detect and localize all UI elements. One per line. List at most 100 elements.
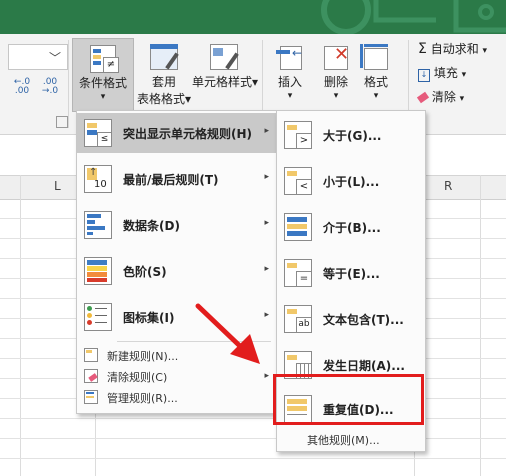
- red-arrow-icon: [195, 303, 260, 364]
- menu-item-top-bottom-rules[interactable]: ↑ 10 最前/最后规则(T) ▸: [77, 159, 277, 199]
- group-divider: [68, 40, 69, 128]
- format-label: 格式: [363, 75, 388, 89]
- submenu-item-label: 文本包含(T)...: [323, 313, 404, 327]
- submenu-item-text-contains[interactable]: ab 文本包含(T)...: [277, 299, 425, 339]
- delete-label: 删除: [323, 75, 348, 89]
- row-gridline: [0, 438, 506, 439]
- cell-styles-icon: [208, 42, 240, 74]
- delete-button[interactable]: ✕ 删除 ▾: [314, 38, 358, 101]
- between-icon: [284, 213, 312, 241]
- chevron-down-icon: ▾: [459, 94, 465, 104]
- submenu-arrow-icon: ▸: [264, 172, 269, 182]
- column-header-l[interactable]: L: [54, 179, 61, 193]
- autosum-label: 自动求和: [430, 42, 479, 56]
- menu-item-color-scales[interactable]: 色阶(S) ▸: [77, 251, 277, 291]
- color-scale-icon: [84, 257, 112, 285]
- submenu-arrow-icon: ▸: [264, 264, 269, 274]
- table-format-label-2-text: 表格格式: [136, 92, 185, 106]
- submenu-item-label: 小于(L)...: [323, 175, 380, 189]
- equal-to-icon: =: [284, 259, 312, 287]
- submenu-item-between[interactable]: 介于(B)...: [277, 207, 425, 247]
- new-rule-icon: [84, 348, 98, 362]
- greater-than-icon: >: [284, 121, 312, 149]
- less-than-icon: <: [284, 167, 312, 195]
- submenu-item-label: 大于(G)...: [323, 129, 382, 143]
- submenu-arrow-icon: ▸: [264, 371, 269, 381]
- column-divider: [20, 175, 21, 476]
- chevron-down-icon: ▾: [287, 91, 293, 101]
- menu-item-label: 管理规则(R)...: [107, 392, 178, 405]
- cell-styles-label-text: 单元格样式: [192, 75, 253, 89]
- increase-decimal-button[interactable]: ←.0.00: [10, 78, 34, 100]
- menu-item-highlight-cell-rules[interactable]: ≤ 突出显示单元格规则(H) ▸: [77, 113, 277, 153]
- number-format-dropdown[interactable]: ﹀: [8, 44, 68, 70]
- menu-item-label: 色阶(S): [123, 265, 167, 279]
- submenu-item-greater-than[interactable]: > 大于(G)...: [277, 115, 425, 155]
- cell-styles-button[interactable]: 单元格样式▾: [192, 38, 259, 91]
- chevron-down-icon: ▾: [333, 91, 339, 101]
- greater-than-sign: >: [296, 133, 312, 149]
- insert-label: 插入: [277, 75, 302, 89]
- menu-item-label: 最前/最后规则(T): [123, 173, 219, 187]
- delete-cells-icon: ✕: [320, 42, 352, 74]
- fill-label: 填充: [433, 66, 458, 80]
- highlight-annotation-box: [273, 374, 424, 425]
- chevron-down-icon: ▾: [482, 46, 488, 56]
- table-format-label-2: 表格格式▾: [136, 92, 192, 106]
- number-group-launcher-icon[interactable]: [56, 116, 68, 128]
- submenu-item-other-rules[interactable]: 其他规则(M)...: [277, 429, 425, 449]
- clear-rules-icon: [84, 369, 98, 383]
- menu-item-label: 图标集(I): [123, 311, 175, 325]
- insert-button[interactable]: ← 插入 ▾: [268, 38, 312, 101]
- menu-item-label: 新建规则(N)...: [107, 350, 179, 363]
- format-cells-icon: [360, 42, 392, 74]
- decrease-decimal-button[interactable]: .00 →.0: [38, 78, 62, 100]
- table-format-label-1: 套用: [151, 75, 176, 89]
- table-format-icon: [148, 42, 180, 74]
- autosum-button[interactable]: Σ 自动求和 ▾: [418, 40, 487, 57]
- submenu-arrow-icon: ▸: [264, 126, 269, 136]
- conditional-format-icon: ≠: [87, 43, 119, 75]
- menu-item-label: 数据条(D): [123, 219, 180, 233]
- row-gridline: [0, 418, 506, 419]
- insert-cells-icon: ←: [274, 42, 306, 74]
- chevron-down-icon: ﹀: [48, 51, 61, 65]
- column-header-r[interactable]: R: [444, 179, 452, 193]
- fill-down-icon: ↓: [418, 69, 430, 82]
- column-divider: [480, 175, 481, 476]
- submenu-item-label: 发生日期(A)...: [323, 359, 405, 373]
- chevron-down-icon: ▾: [100, 92, 106, 102]
- submenu-item-less-than[interactable]: < 小于(L)...: [277, 161, 425, 201]
- clear-button[interactable]: 清除 ▾: [416, 88, 465, 105]
- increase-decimal-icon: ←.0.00: [13, 77, 31, 96]
- highlight-cells-icon: ≤: [84, 119, 112, 147]
- fill-button[interactable]: ↓ 填充 ▾: [418, 64, 466, 82]
- menu-item-manage-rules[interactable]: 管理规则(R)...: [77, 387, 277, 407]
- title-band: [0, 0, 506, 34]
- submenu-item-equal-to[interactable]: = 等于(E)...: [277, 253, 425, 293]
- chevron-down-icon: ▾: [373, 91, 379, 101]
- less-than-sign: <: [296, 179, 312, 195]
- top-bottom-icon: ↑ 10: [84, 165, 112, 193]
- submenu-arrow-icon: ▸: [264, 218, 269, 228]
- cell-styles-label: 单元格样式▾: [192, 75, 259, 89]
- conditional-format-button[interactable]: ≠ 条件格式 ▾: [72, 38, 134, 112]
- decrease-decimal-icon: .00 →.0: [41, 77, 59, 96]
- icon-sets-icon: [84, 303, 112, 331]
- clear-label: 清除: [431, 90, 456, 104]
- format-button[interactable]: 格式 ▾: [356, 38, 396, 101]
- equal-sign: =: [296, 271, 312, 287]
- data-bars-icon: [84, 211, 112, 239]
- top-ten-text: 10: [94, 179, 107, 190]
- chevron-down-icon: ▾: [461, 70, 467, 80]
- submenu-item-label: 等于(E)...: [323, 267, 380, 281]
- conditional-format-label: 条件格式: [78, 76, 127, 90]
- eraser-icon: [416, 91, 430, 104]
- menu-item-data-bars[interactable]: 数据条(D) ▸: [77, 205, 277, 245]
- submenu-item-label: 介于(B)...: [323, 221, 381, 235]
- text-contains-icon: ab: [284, 305, 312, 333]
- menu-item-label: 清除规则(C): [107, 371, 168, 384]
- format-as-table-button[interactable]: 套用 表格格式▾: [136, 38, 192, 108]
- menu-item-label: 突出显示单元格规则(H): [123, 127, 253, 141]
- row-gridline: [0, 458, 506, 459]
